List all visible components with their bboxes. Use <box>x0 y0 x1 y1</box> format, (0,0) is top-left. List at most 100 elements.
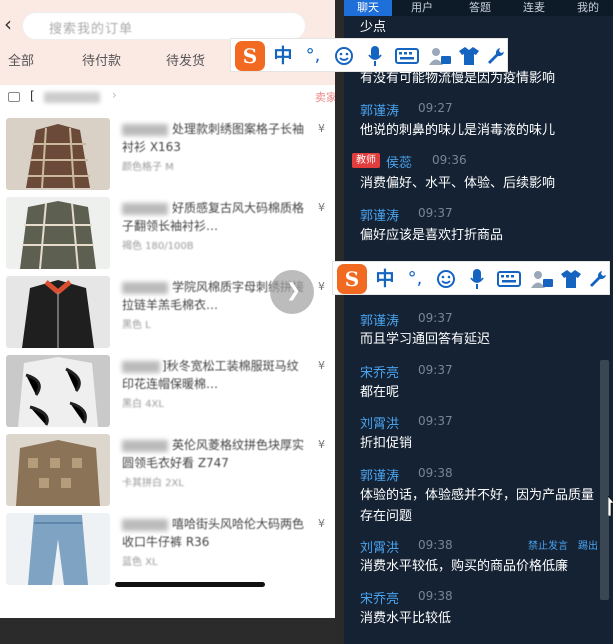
emoji-icon[interactable] <box>331 43 357 69</box>
ime-toolbar: S 中 °, <box>332 261 610 295</box>
ime-punctuation-toggle[interactable]: °, <box>301 43 325 69</box>
message-text: 偏好应该是喜欢打折商品 <box>360 228 504 243</box>
order-spec: 蓝色 XL <box>122 557 158 568</box>
mouse-cursor-icon <box>608 496 613 516</box>
order-price: ¥ <box>318 201 325 214</box>
order-title: 英伦风菱格纹拼色块厚实圆领毛衣好看 Z747 <box>122 438 305 470</box>
message-sender[interactable]: 宋乔亮 <box>360 588 399 607</box>
wrench-icon[interactable] <box>587 266 609 292</box>
ime-toolbar: S 中 °, <box>230 38 508 72</box>
tab-pending-payment[interactable]: 待付款 <box>82 50 121 69</box>
message-time: 09:27 <box>418 101 453 115</box>
kick-button[interactable]: 踢出 <box>578 537 598 552</box>
order-price: ¥ <box>318 280 325 293</box>
order-item[interactable]: 英伦风菱格纹拼色块厚实圆领毛衣好看 Z747 卡其拼白 2XL ¥ <box>0 434 335 514</box>
order-item[interactable]: ]秋冬宽松工装棉服斑马纹印花连帽保暖棉… 黑白 4XL ¥ <box>0 355 335 435</box>
product-image-plaid-shirt <box>6 118 110 190</box>
message-time: 09:36 <box>432 153 467 167</box>
shop-name-redacted <box>44 92 100 103</box>
wrench-icon[interactable] <box>485 43 507 69</box>
chevron-right-icon: ❯ <box>286 280 302 301</box>
order-item[interactable]: 处理款刺绣图案格子长袖衬衫 X163 颜色格子 M ¥ <box>0 118 335 198</box>
product-image-plaid-shirt <box>6 197 110 269</box>
ime-mode-toggle[interactable]: 中 <box>271 43 295 69</box>
order-price: ¥ <box>318 122 325 135</box>
floating-scroll-button[interactable]: ❯ <box>270 270 314 314</box>
message-sender[interactable]: 郭谨涛 <box>360 100 399 119</box>
message-text: 体验的话，体验感并不好，因为产品质量存在问题 <box>360 488 595 524</box>
sogou-logo-icon[interactable]: S <box>235 41 265 71</box>
message-sender[interactable]: 宋乔亮 <box>360 362 399 381</box>
tab-pending-shipment[interactable]: 待发货 <box>166 50 205 69</box>
ime-mode-toggle[interactable]: 中 <box>373 266 397 292</box>
order-price: ¥ <box>318 438 325 451</box>
message-text: 而且学习通回答有延迟 <box>360 332 491 347</box>
home-indicator[interactable] <box>115 582 265 587</box>
order-item[interactable]: 好质感复古风大码棉质格子翻领长袖衬衫… 褐色 180/100B ¥ <box>0 197 335 277</box>
order-title: 好质感复古风大码棉质格子翻领长袖衬衫… <box>122 201 305 233</box>
chat-tabs: 聊天 用户 答题 连麦 我的 <box>344 0 613 16</box>
tab-chat[interactable]: 聊天 <box>344 0 392 16</box>
bottom-bar <box>0 618 335 644</box>
order-list: [ › 卖家 处理款刺绣图案格子长袖衬衫 X163 颜色格子 M ¥ 好质感复古… <box>0 85 335 644</box>
order-search-input[interactable]: 搜索我的订单 <box>22 12 306 40</box>
message-time: 09:38 <box>418 589 453 603</box>
chat-scrollbar[interactable] <box>600 360 609 600</box>
message-sender[interactable]: 郭谨涛 <box>360 205 399 224</box>
screen: ‹ 搜索我的订单 全部 待付款 待发货 [ › 卖家 处理款刺绣图案格子长袖衬衫… <box>0 0 613 644</box>
order-spec: 黑色 L <box>122 320 151 331</box>
order-spec: 黑白 4XL <box>122 399 164 410</box>
message-time: 09:37 <box>418 414 453 428</box>
order-price: ¥ <box>318 517 325 530</box>
microphone-icon[interactable] <box>465 266 489 292</box>
message-time: 09:37 <box>418 311 453 325</box>
product-image-zebra-coat <box>6 355 110 427</box>
ime-punctuation-toggle[interactable]: °, <box>403 266 427 292</box>
message-text: 少点 <box>360 20 387 35</box>
tab-quiz[interactable]: 答题 <box>458 0 502 16</box>
shop-header[interactable]: [ › 卖家 <box>0 85 335 111</box>
message-time: 09:38 <box>418 538 453 552</box>
tab-mic-link[interactable]: 连麦 <box>512 0 556 16</box>
chat-panel: 聊天 用户 答题 连麦 我的 少点 有没有可能物流慢是因为疫情影响 郭谨涛 09… <box>344 0 613 644</box>
skin-shirt-icon[interactable] <box>457 43 481 69</box>
user-card-icon[interactable] <box>427 43 453 69</box>
message-list: 少点 有没有可能物流慢是因为疫情影响 郭谨涛 09:27 他说的刺鼻的味儿是消毒… <box>344 16 613 644</box>
message-sender[interactable]: 郭谨涛 <box>360 465 399 484</box>
order-price: ¥ <box>318 359 325 372</box>
phone-order-screen: ‹ 搜索我的订单 全部 待付款 待发货 [ › 卖家 处理款刺绣图案格子长袖衬衫… <box>0 0 335 644</box>
sogou-logo-icon[interactable]: S <box>337 264 367 294</box>
order-spec: 颜色格子 M <box>122 162 174 173</box>
emoji-icon[interactable] <box>433 266 459 292</box>
user-card-icon[interactable] <box>529 266 555 292</box>
microphone-icon[interactable] <box>363 43 387 69</box>
search-placeholder: 搜索我的订单 <box>49 22 134 37</box>
skin-shirt-icon[interactable] <box>559 266 583 292</box>
order-title: 嘻哈街头风哈伦大码两色收口牛仔裤 R36 <box>122 517 305 549</box>
message-text: 消费偏好、水平、体验、后续影响 <box>360 176 556 191</box>
chevron-right-icon: › <box>112 88 117 102</box>
product-image-jeans <box>6 513 110 585</box>
message-sender[interactable]: 郭谨涛 <box>360 310 399 329</box>
order-spec: 卡其拼白 2XL <box>122 478 184 489</box>
message-sender[interactable]: 刘霄洪 <box>360 537 399 556</box>
message-sender[interactable]: 刘霄洪 <box>360 413 399 432</box>
keyboard-icon[interactable] <box>393 43 421 69</box>
shop-name: [ <box>30 89 35 103</box>
tab-users[interactable]: 用户 <box>400 0 444 16</box>
mute-button[interactable]: 禁止发言 <box>528 537 568 552</box>
tab-all[interactable]: 全部 <box>8 50 34 69</box>
order-item[interactable]: 嘻哈街头风哈伦大码两色收口牛仔裤 R36 蓝色 XL ¥ <box>0 513 335 593</box>
tab-mine[interactable]: 我的 <box>566 0 610 16</box>
keyboard-icon[interactable] <box>495 266 523 292</box>
message-text: 他说的刺鼻的味儿是消毒液的味儿 <box>360 123 556 138</box>
shop-status: 卖家 <box>315 91 335 104</box>
product-image-jacket <box>6 276 110 348</box>
message-time: 09:37 <box>418 206 453 220</box>
message-text: 都在呢 <box>360 385 400 400</box>
order-title: 处理款刺绣图案格子长袖衬衫 X163 <box>122 122 305 154</box>
message-time: 09:37 <box>418 363 453 377</box>
message-time: 09:38 <box>418 466 453 480</box>
message-text: 折扣促销 <box>360 436 413 451</box>
message-sender[interactable]: 侯蕊 <box>386 152 412 171</box>
